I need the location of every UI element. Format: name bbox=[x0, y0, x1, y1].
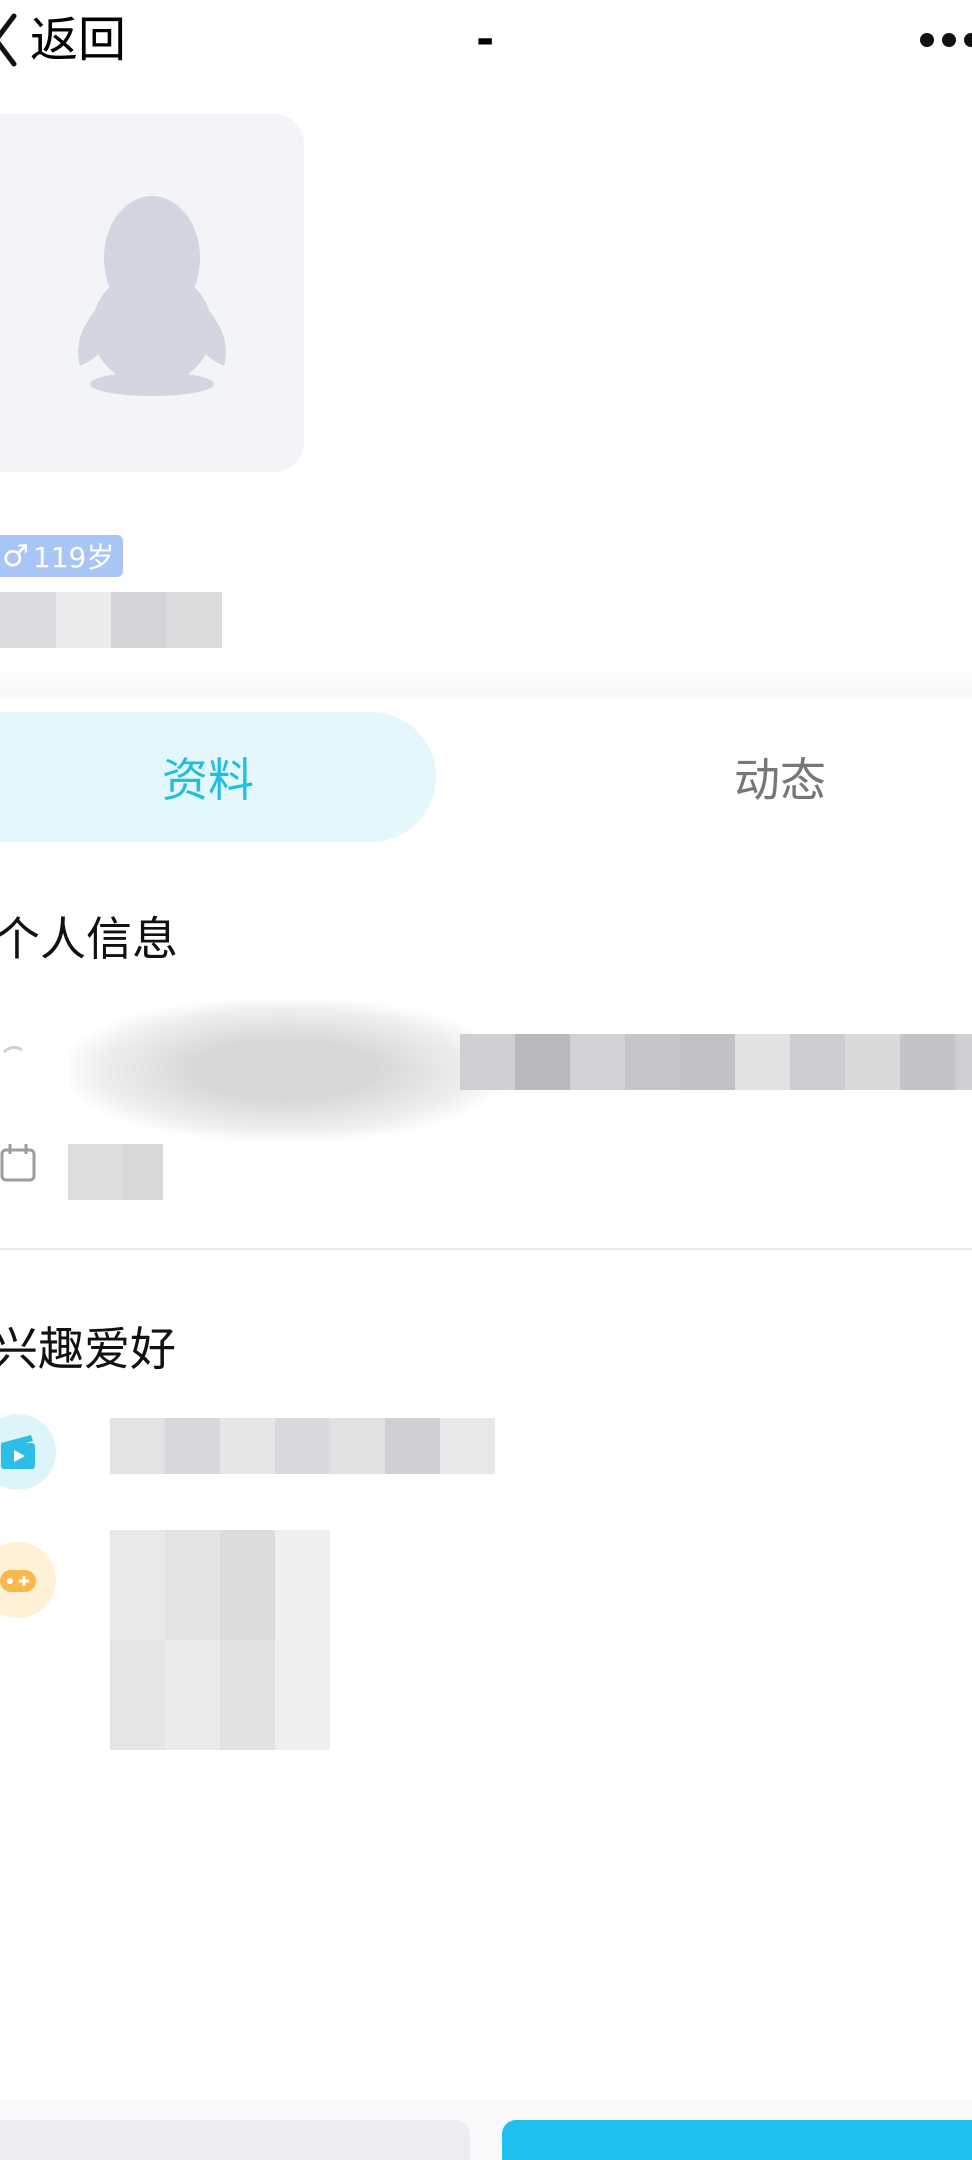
interest-film[interactable] bbox=[0, 1414, 56, 1490]
section-separator bbox=[0, 668, 972, 698]
tab-moments[interactable]: 动态 bbox=[600, 712, 960, 842]
personal-info-heading: 个人信息 bbox=[0, 912, 178, 966]
primary-action-button[interactable] bbox=[502, 2120, 972, 2160]
info-row-birthday bbox=[0, 1140, 972, 1200]
redacted-birthday bbox=[68, 1144, 163, 1200]
nav-bar: 返回 - bbox=[0, 0, 972, 80]
age-text: 119岁 bbox=[32, 541, 115, 574]
back-label: 返回 bbox=[30, 12, 127, 68]
back-button[interactable]: 返回 bbox=[0, 8, 126, 72]
more-button[interactable] bbox=[920, 22, 972, 58]
tab-profile-info[interactable]: 资料 bbox=[0, 712, 436, 842]
page-title: - bbox=[476, 14, 495, 65]
interest-game[interactable] bbox=[0, 1542, 56, 1618]
redacted-scribble bbox=[70, 1000, 500, 1140]
film-icon bbox=[1, 1435, 35, 1469]
chevron-left-icon bbox=[0, 13, 17, 67]
redacted-game-interest bbox=[110, 1530, 330, 1750]
calendar-icon bbox=[0, 1144, 36, 1182]
profile-tabs: 资料 动态 bbox=[0, 708, 972, 846]
redacted-location bbox=[460, 1034, 972, 1090]
game-controller-icon bbox=[0, 1570, 36, 1592]
section-divider bbox=[0, 1248, 972, 1250]
interests-heading: 兴趣爱好 bbox=[0, 1322, 176, 1376]
redacted-film-interest bbox=[110, 1418, 495, 1474]
avatar[interactable] bbox=[0, 114, 304, 472]
info-row-location bbox=[0, 1000, 972, 1140]
gender-age-badge: ♂ 119岁 bbox=[0, 535, 123, 577]
redacted-nickname bbox=[0, 592, 222, 648]
location-icon bbox=[2, 1045, 23, 1054]
more-dots-icon bbox=[920, 33, 934, 47]
penguin-default-avatar-icon bbox=[78, 196, 226, 396]
male-icon: ♂ bbox=[2, 538, 29, 574]
secondary-action-button[interactable] bbox=[0, 2120, 470, 2160]
